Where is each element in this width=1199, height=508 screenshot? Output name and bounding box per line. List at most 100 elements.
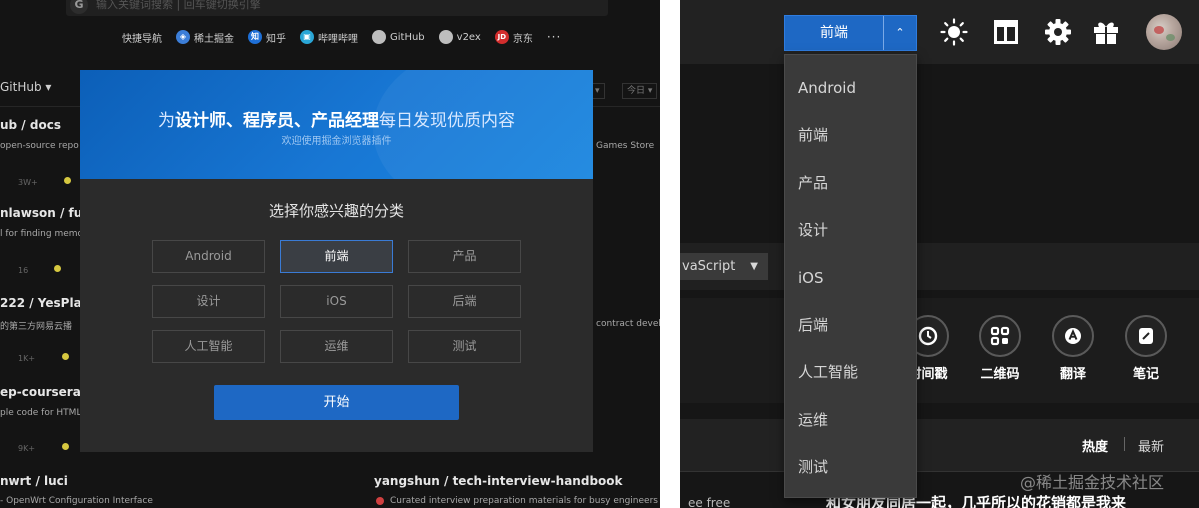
avatar-detail	[1166, 34, 1175, 41]
avatar-detail	[1154, 26, 1164, 34]
quick-nav-label-github: GitHub	[390, 31, 425, 43]
banner-title: 为设计师、程序员、产品经理每日发现优质内容	[80, 106, 593, 131]
quick-nav-item-github[interactable]: GitHub	[372, 30, 425, 44]
repo-desc: 的第三方网易云播	[0, 322, 73, 332]
quick-nav-label-juejin: 稀土掘金	[194, 33, 234, 45]
quick-nav-label: 快捷导航	[122, 33, 162, 45]
category-design[interactable]: 设计	[152, 285, 265, 318]
modal-banner: 为设计师、程序员、产品经理每日发现优质内容 欢迎使用掘金浏览器插件	[80, 70, 593, 179]
jd-icon: JD	[494, 30, 509, 44]
quick-nav-item-v2ex[interactable]: v2ex	[438, 30, 481, 44]
dropdown-item-backend[interactable]: 后端	[785, 305, 916, 345]
start-button[interactable]: 开始	[214, 385, 459, 420]
v2ex-icon	[438, 30, 453, 44]
dropdown-item-ai[interactable]: 人工智能	[785, 352, 916, 392]
feed-header	[680, 419, 1199, 471]
dropdown-item-design[interactable]: 设计	[785, 210, 916, 250]
dropdown-item-frontend[interactable]: 前端	[785, 115, 916, 155]
sun-icon[interactable]	[939, 16, 969, 48]
repo-icon	[376, 497, 384, 505]
dropdown-item-android[interactable]: Android	[785, 68, 916, 108]
category-select-value[interactable]: 前端	[785, 16, 883, 50]
source-selector[interactable]: GitHub ▾	[0, 80, 51, 94]
caret-down-icon: ▼	[750, 261, 758, 272]
repo-title[interactable]: ub / docs	[0, 118, 61, 132]
repo-desc: Curated interview preparation materials …	[390, 496, 658, 506]
repo-desc: Games Store	[596, 141, 655, 151]
sort-new-tab[interactable]: 最新	[1138, 436, 1164, 455]
language-dot	[64, 177, 71, 184]
language-dot	[62, 353, 69, 360]
avatar[interactable]	[1146, 14, 1182, 50]
dropdown-item-devops[interactable]: 运维	[785, 400, 916, 440]
category-frontend[interactable]: 前端	[280, 240, 393, 273]
github-icon	[372, 30, 386, 44]
dropdown-item-ios[interactable]: iOS	[785, 258, 916, 298]
gift-icon[interactable]	[1091, 16, 1121, 48]
dropdown-item-product[interactable]: 产品	[785, 163, 916, 203]
divider	[1124, 437, 1125, 451]
category-testing[interactable]: 测试	[408, 330, 521, 363]
banner-title-highlight: 设计师、程序员、产品经理	[175, 111, 379, 131]
feed-snippet: ee free	[688, 496, 731, 508]
repo-desc: - OpenWrt Configuration Interface	[0, 496, 153, 506]
tool-qrcode[interactable]: 二维码	[974, 315, 1026, 382]
repo-stars: 3W+	[18, 178, 38, 187]
tool-label: 二维码	[980, 367, 1020, 382]
quick-nav-label-bilibili: 哔哩哔哩	[318, 33, 358, 45]
repo-stars: 16	[18, 266, 29, 275]
tool-label: 翻译	[1059, 367, 1086, 382]
category-ai[interactable]: 人工智能	[152, 330, 265, 363]
repo-desc: ple code for HTML	[0, 408, 82, 418]
dropdown-item-testing[interactable]: 测试	[785, 447, 916, 487]
repo-desc: contract develo	[596, 319, 660, 329]
more-icon[interactable]: ···	[547, 30, 561, 44]
note-icon	[1125, 315, 1167, 357]
translate-icon	[1052, 315, 1094, 357]
repo-stars: 9K+	[18, 444, 36, 453]
quick-nav: 快捷导航 ◈ 稀土掘金 知 知乎 ▣ 哔哩哔哩 GitHub v2ex JD 京…	[122, 28, 561, 46]
language-dot	[54, 265, 61, 272]
time-filter[interactable]: 今日 ▾	[622, 83, 658, 99]
tool-translate[interactable]: 翻译	[1047, 315, 1099, 382]
repo-stars: 1K+	[18, 354, 36, 363]
repo-title[interactable]: nwrt / luci	[0, 474, 68, 488]
search-placeholder: 输入关键词搜索 | 回车键切换引擎	[96, 0, 261, 11]
modal-heading: 选择你感兴趣的分类	[268, 202, 404, 220]
banner-title-prefix: 为	[158, 111, 175, 131]
zhihu-icon: 知	[248, 30, 262, 44]
category-ios[interactable]: iOS	[280, 285, 393, 318]
quick-nav-item-bilibili[interactable]: ▣ 哔哩哔哩	[300, 30, 358, 45]
category-product[interactable]: 产品	[408, 240, 521, 273]
search-input[interactable]: G 输入关键词搜索 | 回车键切换引擎	[66, 0, 608, 16]
repo-title[interactable]: yangshun / tech-interview-handbook	[374, 474, 623, 488]
sort-hot-tab[interactable]: 热度	[1082, 436, 1108, 455]
quick-nav-item-zhihu[interactable]: 知 知乎	[248, 30, 286, 45]
tool-label: 笔记	[1132, 367, 1159, 382]
category-select[interactable]: 前端 ⌃	[784, 15, 917, 51]
banner-title-suffix: 每日发现优质内容	[379, 111, 515, 131]
tool-note[interactable]: 笔记	[1120, 315, 1172, 382]
banner-subtitle: 欢迎使用掘金浏览器插件	[281, 136, 392, 147]
category-android[interactable]: Android	[152, 240, 265, 273]
category-devops[interactable]: 运维	[280, 330, 393, 363]
chevron-up-icon[interactable]: ⌃	[883, 16, 916, 50]
qrcode-icon	[979, 315, 1021, 357]
quick-nav-label-zhihu: 知乎	[266, 33, 286, 45]
language-dot	[62, 443, 69, 450]
gear-icon[interactable]	[1043, 16, 1073, 48]
language-select-value: vaScript	[682, 259, 736, 274]
quick-nav-label-jd: 京东	[512, 33, 533, 45]
language-select[interactable]: vaScript ▼	[680, 253, 768, 280]
screenshot-root: G 输入关键词搜索 | 回车键切换引擎 快捷导航 ◈ 稀土掘金 知 知乎 ▣ 哔…	[0, 0, 1199, 508]
google-icon[interactable]: G	[70, 0, 88, 14]
extension-settings-page: 前端 ⌃ vaScript ▼ 时间戳 二维码 翻译 笔记 热度 最新 ee f…	[680, 0, 1199, 508]
layout-icon[interactable]	[991, 16, 1021, 48]
quick-nav-item-jd[interactable]: JD 京东	[494, 30, 533, 45]
quick-nav-item-juejin[interactable]: ◈ 稀土掘金	[176, 30, 234, 45]
category-backend[interactable]: 后端	[408, 285, 521, 318]
juejin-icon: ◈	[176, 30, 190, 44]
category-dropdown-menu: Android 前端 产品 设计 iOS 后端 人工智能 运维 测试	[784, 54, 917, 498]
watermark: @稀土掘金技术社区	[1020, 473, 1165, 492]
quick-nav-label-v2ex: v2ex	[456, 31, 481, 43]
